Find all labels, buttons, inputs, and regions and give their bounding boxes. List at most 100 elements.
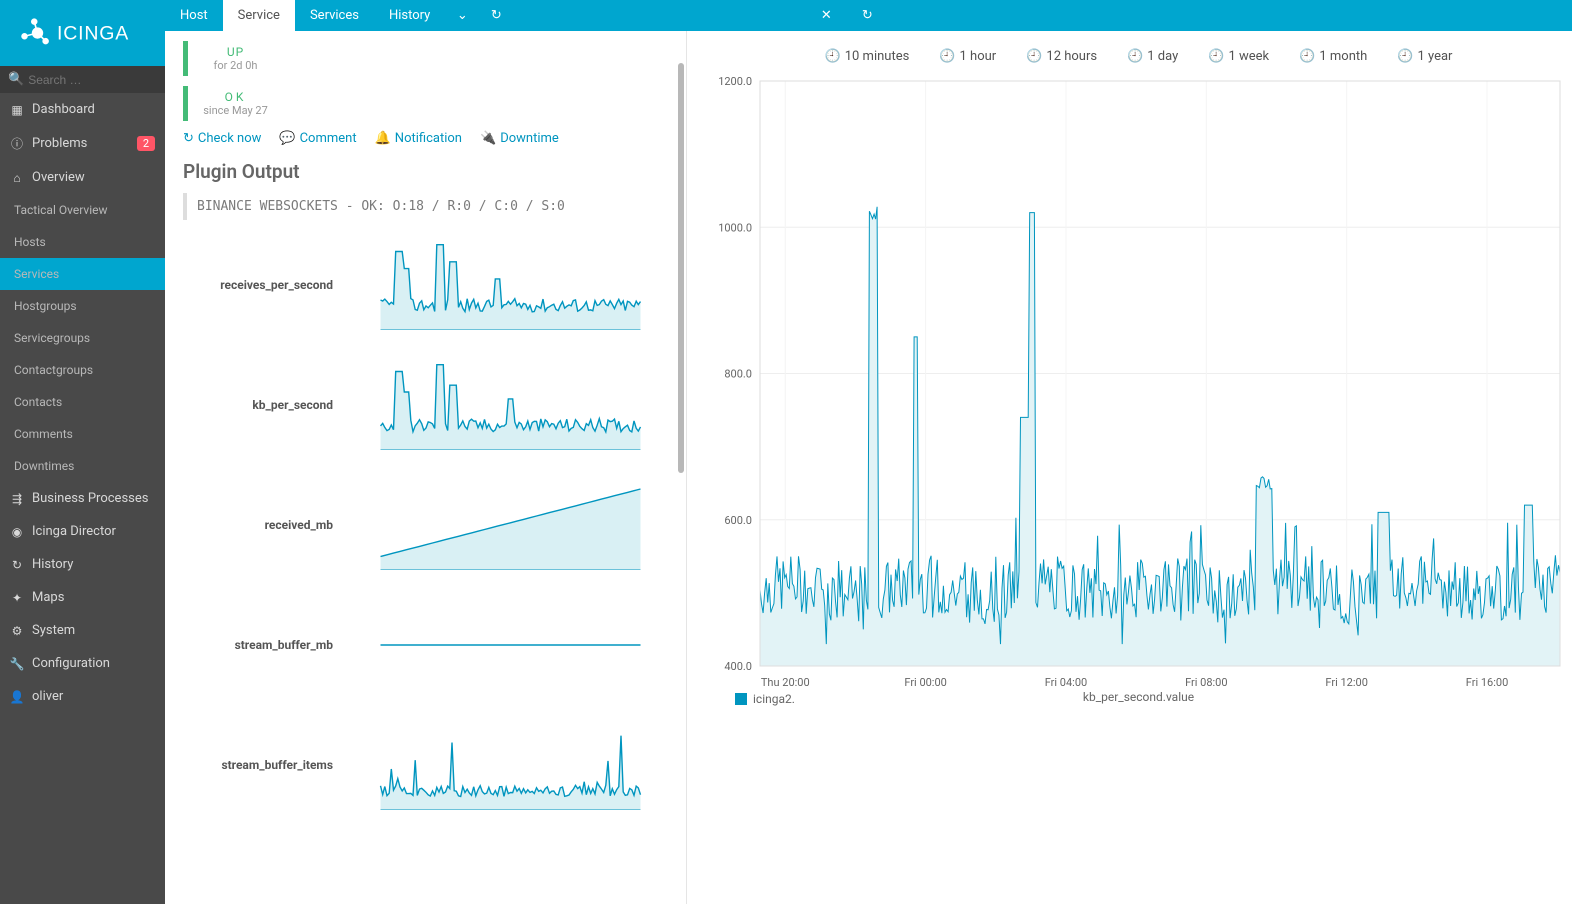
svg-text:800.0: 800.0 xyxy=(724,368,752,381)
clock-icon: 🕘 xyxy=(1397,49,1413,64)
history-icon: ↻ xyxy=(10,558,24,572)
svg-text:Fri 04:00: Fri 04:00 xyxy=(1045,676,1087,689)
nav-downtimes[interactable]: Downtimes xyxy=(0,450,165,482)
nav-hosts[interactable]: Hosts xyxy=(0,226,165,258)
sparkline xyxy=(353,480,668,570)
metric-stream_buffer_items[interactable]: stream_buffer_items xyxy=(183,720,668,810)
nav-services[interactable]: Services xyxy=(0,258,165,290)
range-1h[interactable]: 🕘1 hour xyxy=(939,49,996,64)
refresh-icon: ↻ xyxy=(183,131,194,146)
metric-label: receives_per_second xyxy=(183,278,333,292)
sparkline xyxy=(353,360,668,450)
nav-problems[interactable]: ⓘProblems2 xyxy=(0,126,165,161)
metric-label: kb_per_second xyxy=(183,398,333,412)
nav-configuration[interactable]: 🔧Configuration xyxy=(0,647,165,680)
range-10m[interactable]: 🕘10 minutes xyxy=(825,49,910,64)
close-col1-icon[interactable]: ✕ xyxy=(809,0,843,31)
clock-icon: 🕘 xyxy=(1127,49,1143,64)
nav-servicegroups[interactable]: Servicegroups xyxy=(0,322,165,354)
metric-label: received_mb xyxy=(183,518,333,532)
refresh-col2-icon[interactable]: ↻ xyxy=(843,0,891,31)
clock-icon: 🕘 xyxy=(939,49,955,64)
action-notification[interactable]: 🔔Notification xyxy=(375,131,462,146)
range-12h[interactable]: 🕘12 hours xyxy=(1026,49,1097,64)
action-check-now[interactable]: ↻Check now xyxy=(183,131,261,146)
nav-maps[interactable]: ✦Maps xyxy=(0,581,165,614)
sparkline xyxy=(353,240,668,330)
metric-stream_buffer_mb[interactable]: stream_buffer_mb xyxy=(183,600,668,690)
svc-since: since May 27 xyxy=(198,104,273,117)
tab-services[interactable]: Services xyxy=(295,0,374,31)
nav-contacts[interactable]: Contacts xyxy=(0,386,165,418)
nav-business-processes[interactable]: ⇶Business Processes xyxy=(0,482,165,515)
tab-history[interactable]: History xyxy=(374,0,445,31)
action-downtime[interactable]: 🔌Downtime xyxy=(480,131,559,146)
svc-status-strip xyxy=(183,86,188,121)
svg-text:Thu 20:00: Thu 20:00 xyxy=(761,676,810,689)
cube-icon: ◉ xyxy=(10,525,24,539)
nav-user[interactable]: 👤oliver xyxy=(0,680,165,713)
wrench-icon: 🔧 xyxy=(10,657,24,671)
service-detail-column: UP for 2d 0h OK since May 27 ↻Check now … xyxy=(165,31,687,904)
cogs-icon: ⚙ xyxy=(10,624,24,638)
svg-text:Fri 08:00: Fri 08:00 xyxy=(1185,676,1227,689)
nav-dashboard[interactable]: ▦Dashboard xyxy=(0,93,165,126)
nav-comments[interactable]: Comments xyxy=(0,418,165,450)
svg-text:1200.0: 1200.0 xyxy=(718,76,752,88)
range-1w[interactable]: 🕘1 week xyxy=(1208,49,1269,64)
svg-text:Fri 12:00: Fri 12:00 xyxy=(1325,676,1367,689)
svg-text:600.0: 600.0 xyxy=(724,514,752,527)
map-icon: ✦ xyxy=(10,591,24,605)
problems-badge: 2 xyxy=(137,136,155,151)
metric-receives_per_second[interactable]: receives_per_second xyxy=(183,240,668,330)
topbar: Host Service Services History ⌄ ↻ ✕ ↻ xyxy=(165,0,1572,31)
search-input[interactable] xyxy=(28,73,183,87)
nav-director[interactable]: ◉Icinga Director xyxy=(0,515,165,548)
plugin-output-text: BINANCE WEBSOCKETS - OK: O:18 / R:0 / C:… xyxy=(183,193,668,220)
refresh-col1-icon[interactable]: ↻ xyxy=(479,0,513,31)
dashboard-icon: ▦ xyxy=(10,103,24,117)
nav-hostgroups[interactable]: Hostgroups xyxy=(0,290,165,322)
nav-contactgroups[interactable]: Contactgroups xyxy=(0,354,165,386)
search-row: 🔍 ✕ xyxy=(0,66,165,93)
svg-text:Fri 00:00: Fri 00:00 xyxy=(904,676,946,689)
nav-system[interactable]: ⚙System xyxy=(0,614,165,647)
scrollbar[interactable] xyxy=(678,63,684,473)
tab-host[interactable]: Host xyxy=(165,0,223,31)
sparkline xyxy=(353,600,668,690)
host-since: for 2d 0h xyxy=(198,59,273,72)
nav: ▦Dashboard ⓘProblems2 ⌂Overview Tactical… xyxy=(0,93,165,713)
sitemap-icon: ⇶ xyxy=(10,492,24,506)
chart-column: 🕘10 minutes 🕘1 hour 🕘12 hours 🕘1 day 🕘1 … xyxy=(687,31,1572,904)
action-comment[interactable]: 💬Comment xyxy=(279,131,356,146)
clock-icon: 🕘 xyxy=(1299,49,1315,64)
metric-label: stream_buffer_mb xyxy=(183,638,333,652)
comment-icon: 💬 xyxy=(279,131,295,146)
chevron-down-icon[interactable]: ⌄ xyxy=(445,0,479,31)
host-status-strip xyxy=(183,41,188,76)
metric-kb_per_second[interactable]: kb_per_second xyxy=(183,360,668,450)
svg-text:1000.0: 1000.0 xyxy=(718,221,752,234)
nav-overview[interactable]: ⌂Overview xyxy=(0,161,165,194)
bell-icon: 🔔 xyxy=(375,131,391,146)
clock-icon: 🕘 xyxy=(1208,49,1224,64)
svg-text:Fri 16:00: Fri 16:00 xyxy=(1466,676,1508,689)
search-icon: 🔍 xyxy=(8,72,24,87)
main-chart[interactable]: 400.0600.0800.01000.01200.0Thu 20:00Fri … xyxy=(705,76,1572,686)
tab-service[interactable]: Service xyxy=(223,0,295,31)
user-icon: 👤 xyxy=(10,690,24,704)
brand-logo: ICINGA xyxy=(0,0,165,66)
clock-icon: 🕘 xyxy=(825,49,841,64)
range-1y[interactable]: 🕘1 year xyxy=(1397,49,1452,64)
svc-state: OK xyxy=(198,90,273,104)
nav-tactical[interactable]: Tactical Overview xyxy=(0,194,165,226)
metric-received_mb[interactable]: received_mb xyxy=(183,480,668,570)
range-1m[interactable]: 🕘1 month xyxy=(1299,49,1367,64)
home-icon: ⌂ xyxy=(10,171,24,185)
range-1d[interactable]: 🕘1 day xyxy=(1127,49,1178,64)
clock-icon: 🕘 xyxy=(1026,49,1042,64)
nav-history[interactable]: ↻History xyxy=(0,548,165,581)
sparkline xyxy=(353,720,668,810)
plugin-output-heading: Plugin Output xyxy=(183,160,668,183)
info-icon: ⓘ xyxy=(10,135,24,152)
